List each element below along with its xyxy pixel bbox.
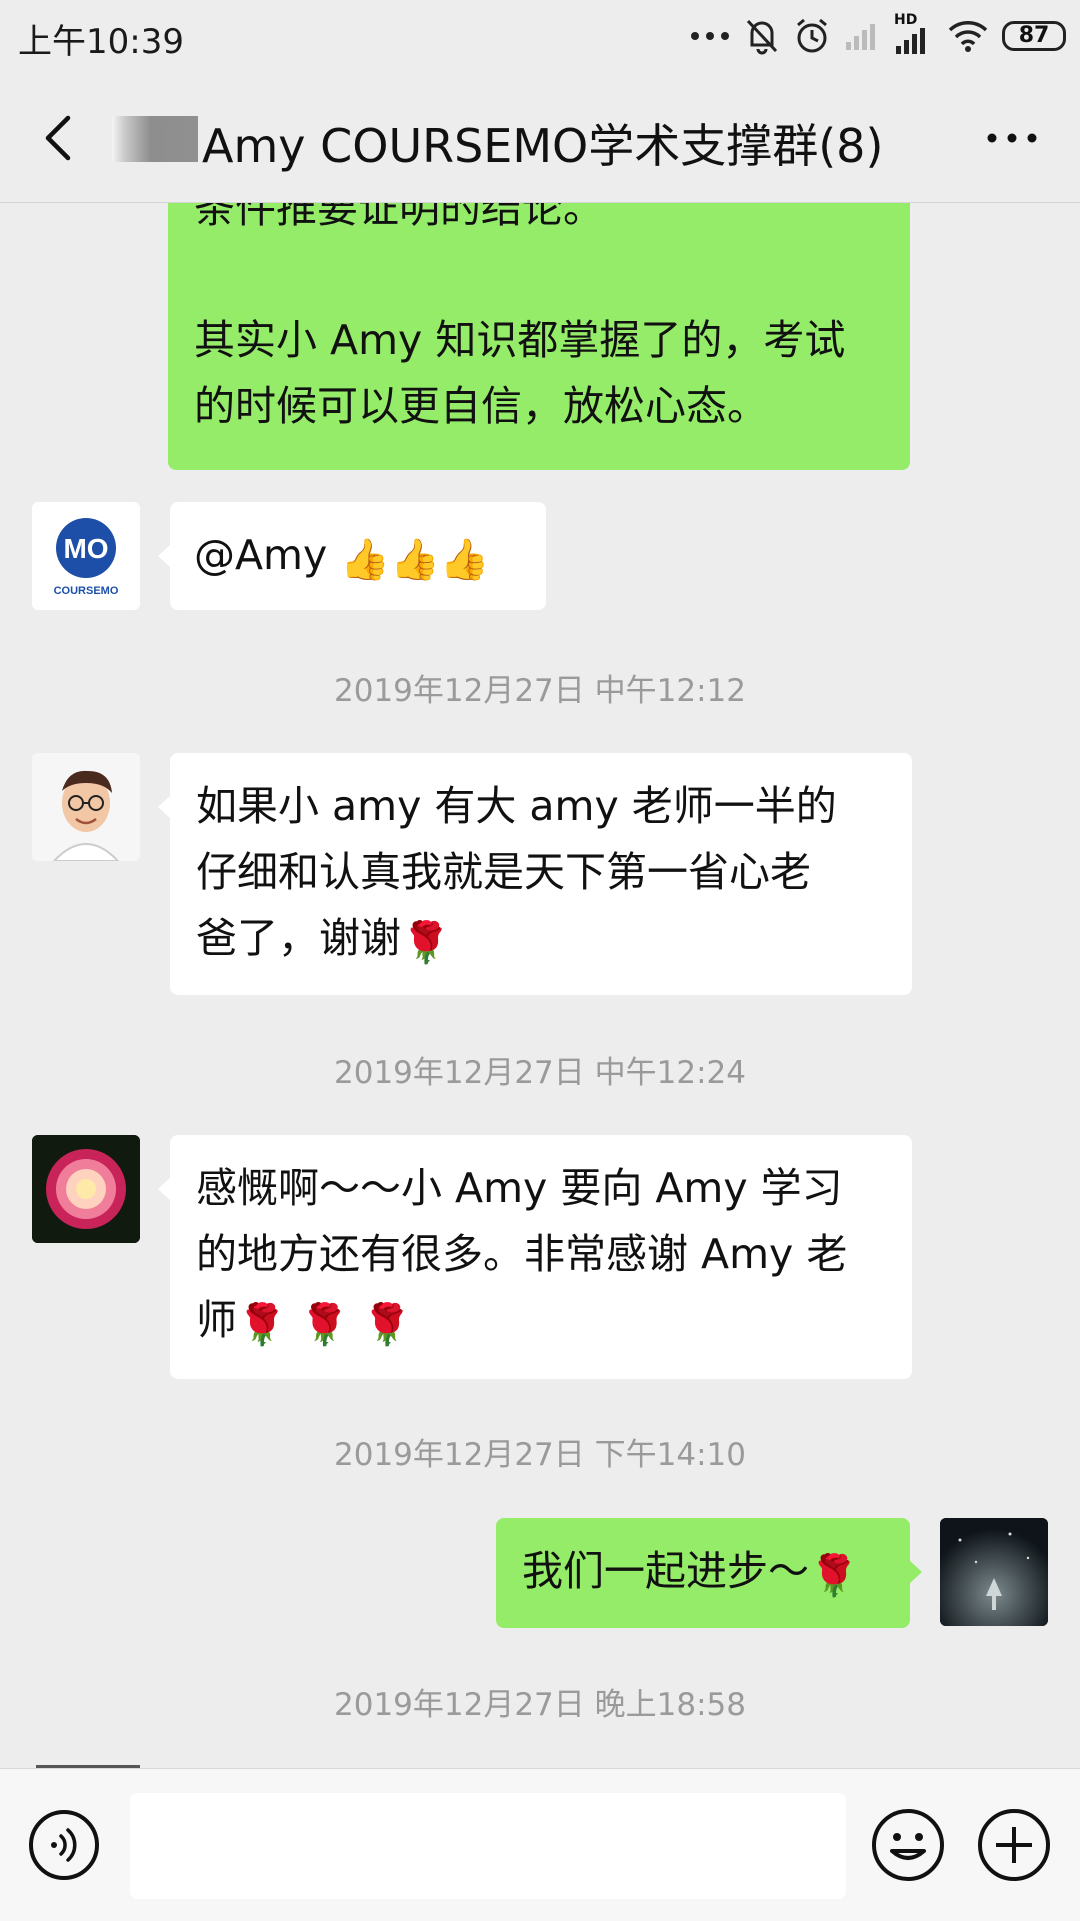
person-face-icon <box>32 753 140 861</box>
signal-weak-icon <box>846 24 875 50</box>
message-line: 条件推要证明的结论。 <box>194 203 604 232</box>
message-text: @Amy <box>194 531 328 579</box>
message-line: 感慨啊～～小 Amy 要向 Amy 学习 <box>196 1164 843 1212</box>
wifi-icon <box>948 21 988 52</box>
message-list[interactable]: 条件推要证明的结论。 其实小 Amy 知识都掌握了的，考试 的时候可以更自信，放… <box>0 203 1080 1768</box>
night-scene-avatar[interactable] <box>940 1518 1048 1626</box>
message-bubble-incoming[interactable]: @Amy 👍👍👍 <box>158 502 546 610</box>
cartoon-man-avatar[interactable] <box>32 753 140 861</box>
message-timestamp: 2019年12月27日 下午14:10 <box>334 1437 746 1473</box>
rose-emoji: 🌹 <box>809 1553 859 1599</box>
back-arrow-icon[interactable] <box>30 106 90 170</box>
message-bubble-incoming[interactable]: 如果小 amy 有大 amy 老师一半的 仔细和认真我就是天下第一省心老 爸了，… <box>158 753 912 995</box>
logo-caption-text: COURSEMO <box>54 585 119 597</box>
alarm-icon <box>797 18 827 53</box>
message-line: 如果小 amy 有大 amy 老师一半的 <box>196 782 837 830</box>
voice-input-icon[interactable] <box>28 1809 100 1881</box>
message-line-last: 爸了，谢谢🌹 <box>196 905 888 976</box>
chat-header: Amy COURSEMO学术支撑群(8) <box>0 76 1080 203</box>
more-dots-icon <box>691 32 729 40</box>
message-text: 我们一起进步～ <box>522 1547 809 1595</box>
hd-signal-icon: HD <box>894 12 934 54</box>
message-timestamp: 2019年12月27日 中午12:24 <box>334 1055 746 1091</box>
rose-flower-icon <box>32 1135 140 1243</box>
bubble-tail <box>158 544 171 568</box>
message-timestamp: 2019年12月27日 晚上18:58 <box>334 1687 746 1723</box>
logo-mark-text: MO <box>63 533 108 564</box>
message-line: 的时候可以更自信，放松心态。 <box>194 382 768 430</box>
status-icons: HD 87 <box>690 12 1066 58</box>
message-line: 其实小 Amy 知识都掌握了的，考试 <box>194 316 846 364</box>
status-time: 上午10:39 <box>18 22 184 62</box>
rose-emoji: 🌹 🌹 🌹 <box>237 1302 412 1348</box>
message-line: 仔细和认真我就是天下第一省心老 <box>196 848 811 896</box>
bubble-tail <box>909 1560 922 1584</box>
plus-more-icon[interactable] <box>976 1807 1052 1883</box>
status-bar: 上午10:39 HD 87 <box>0 0 1080 76</box>
message-line: 的地方还有很多。非常感谢 Amy 老 <box>196 1230 848 1278</box>
bubble-tail <box>158 1177 171 1201</box>
input-bar <box>0 1768 1080 1921</box>
coursemo-logo-icon: MO COURSEMO <box>54 518 119 597</box>
chat-title: Amy COURSEMO学术支撑群(8) <box>202 119 884 173</box>
emoji-smiley-icon[interactable] <box>870 1807 946 1883</box>
thumbs-up-emoji: 👍👍👍 <box>340 537 490 583</box>
rose-avatar[interactable] <box>32 1135 140 1243</box>
coursemo-logo-avatar[interactable]: MO COURSEMO <box>32 502 140 610</box>
message-input-field[interactable] <box>130 1793 846 1899</box>
blurred-name-block <box>112 116 198 162</box>
message-timestamp: 2019年12月27日 中午12:12 <box>334 673 746 709</box>
more-options-icon[interactable] <box>984 116 1040 160</box>
bubble-tail <box>158 795 171 819</box>
message-bubble-outgoing[interactable]: 我们一起进步～🌹 <box>496 1518 922 1628</box>
message-line-last: 师🌹 🌹 🌹 <box>196 1287 888 1358</box>
rose-emoji: 🌹 <box>401 920 451 966</box>
message-bubble-outgoing[interactable]: 条件推要证明的结论。 其实小 Amy 知识都掌握了的，考试 的时候可以更自信，放… <box>168 203 910 470</box>
message-bubble-incoming[interactable]: 感慨啊～～小 Amy 要向 Amy 学习 的地方还有很多。非常感谢 Amy 老 … <box>158 1135 912 1379</box>
message-line: 师 <box>196 1296 237 1344</box>
mute-bell-icon <box>746 19 778 55</box>
message-line: 爸了，谢谢 <box>196 914 401 962</box>
message-line <box>194 241 886 307</box>
battery-indicator: 87 <box>1002 21 1066 51</box>
night-scene-icon <box>940 1518 1048 1626</box>
